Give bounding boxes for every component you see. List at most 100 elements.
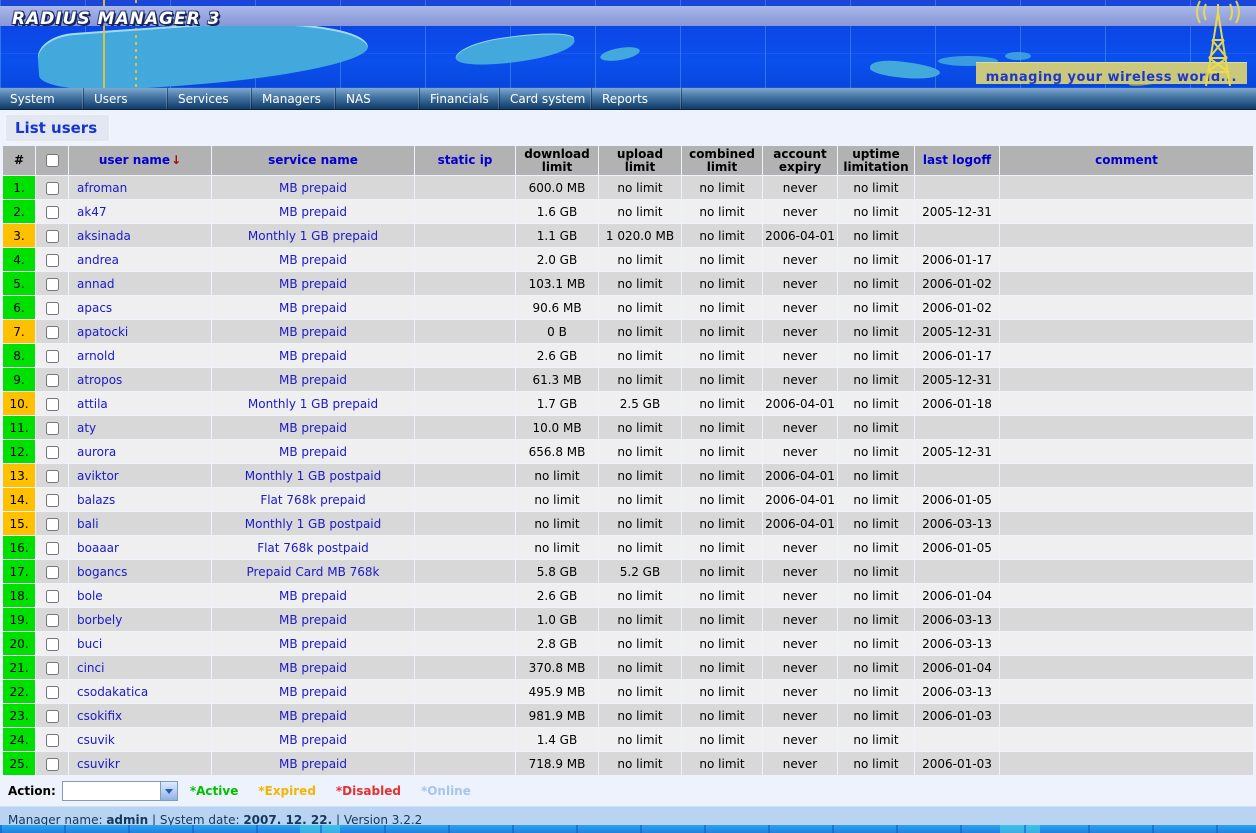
service-name: MB prepaid <box>212 680 414 703</box>
user-name-link[interactable]: csokifix <box>69 704 211 727</box>
row-checkbox[interactable] <box>46 614 59 627</box>
account-expiry: never <box>763 296 837 319</box>
comment <box>1000 584 1253 607</box>
col-header-staticip[interactable]: static ip <box>415 146 515 175</box>
row-number-badge: 17. <box>3 560 35 583</box>
uptime-limitation: no limit <box>838 272 914 295</box>
user-name-link[interactable]: atropos <box>69 368 211 391</box>
user-name-link[interactable]: boaaar <box>69 536 211 559</box>
user-name-link[interactable]: csodakatica <box>69 680 211 703</box>
row-checkbox[interactable] <box>46 686 59 699</box>
row-checkbox[interactable] <box>46 518 59 531</box>
row-checkbox[interactable] <box>46 206 59 219</box>
user-name-link[interactable]: buci <box>69 632 211 655</box>
user-name-link[interactable]: afroman <box>69 176 211 199</box>
user-name-link[interactable]: aurora <box>69 440 211 463</box>
user-name-link[interactable]: andrea <box>69 248 211 271</box>
row-checkbox[interactable] <box>46 182 59 195</box>
last-logoff: 2006-01-04 <box>915 584 999 607</box>
static-ip <box>415 608 515 631</box>
user-name-link[interactable]: ak47 <box>69 200 211 223</box>
service-name: MB prepaid <box>212 320 414 343</box>
user-name-link[interactable]: apacs <box>69 296 211 319</box>
table-row: 6.apacsMB prepaid90.6 MBno limitno limit… <box>3 296 1253 319</box>
row-checkbox[interactable] <box>46 254 59 267</box>
table-row: 22.csodakaticaMB prepaid495.9 MBno limit… <box>3 680 1253 703</box>
static-ip <box>415 680 515 703</box>
uptime-limitation: no limit <box>838 368 914 391</box>
row-number-badge: 9. <box>3 368 35 391</box>
last-logoff: 2006-01-05 <box>915 488 999 511</box>
row-checkbox[interactable] <box>46 470 59 483</box>
row-checkbox[interactable] <box>46 494 59 507</box>
nav-item-users[interactable]: Users <box>84 88 168 109</box>
nav-item-nas[interactable]: NAS <box>336 88 420 109</box>
nav-item-system[interactable]: System <box>0 88 84 109</box>
row-checkbox[interactable] <box>46 662 59 675</box>
row-checkbox[interactable] <box>46 542 59 555</box>
row-checkbox[interactable] <box>46 326 59 339</box>
row-checkbox[interactable] <box>46 758 59 771</box>
status-legend: *Active*Expired*Disabled*Online <box>190 784 491 798</box>
nav-item-card-system[interactable]: Card system <box>500 88 592 109</box>
nav-item-reports[interactable]: Reports <box>592 88 682 109</box>
combined-limit: no limit <box>682 680 762 703</box>
service-name: MB prepaid <box>212 584 414 607</box>
uptime-limitation: no limit <box>838 224 914 247</box>
row-checkbox[interactable] <box>46 350 59 363</box>
row-checkbox[interactable] <box>46 374 59 387</box>
row-checkbox[interactable] <box>46 566 59 579</box>
user-name-link[interactable]: cinci <box>69 656 211 679</box>
col-header-logoff[interactable]: last logoff <box>915 146 999 175</box>
row-checkbox[interactable] <box>46 590 59 603</box>
users-table: #user name↓service namestatic ipdownload… <box>2 145 1254 776</box>
combined-limit: no limit <box>682 728 762 751</box>
user-name-link[interactable]: aksinada <box>69 224 211 247</box>
row-checkbox[interactable] <box>46 422 59 435</box>
table-row: 8.arnoldMB prepaid2.6 GBno limitno limit… <box>3 344 1253 367</box>
service-name: MB prepaid <box>212 440 414 463</box>
chevron-down-icon[interactable] <box>160 782 177 800</box>
row-checkbox[interactable] <box>46 278 59 291</box>
row-checkbox[interactable] <box>46 638 59 651</box>
col-header-comment[interactable]: comment <box>1000 146 1253 175</box>
row-number-badge: 25. <box>3 752 35 775</box>
select-all-checkbox[interactable] <box>46 154 59 167</box>
upload-limit: no limit <box>599 752 681 775</box>
user-name-link[interactable]: apatocki <box>69 320 211 343</box>
user-name-link[interactable]: balazs <box>69 488 211 511</box>
logo-band: RADIUS MANAGER 3 <box>0 6 1256 26</box>
row-checkbox[interactable] <box>46 734 59 747</box>
upload-limit: no limit <box>599 344 681 367</box>
service-name: Monthly 1 GB prepaid <box>212 392 414 415</box>
row-checkbox-cell <box>36 560 68 583</box>
upload-limit: no limit <box>599 272 681 295</box>
col-header-username[interactable]: user name↓ <box>69 146 211 175</box>
row-checkbox[interactable] <box>46 710 59 723</box>
user-name-link[interactable]: bole <box>69 584 211 607</box>
nav-item-financials[interactable]: Financials <box>420 88 500 109</box>
row-checkbox[interactable] <box>46 398 59 411</box>
user-name-link[interactable]: borbely <box>69 608 211 631</box>
user-name-link[interactable]: bogancs <box>69 560 211 583</box>
user-name-link[interactable]: csuvikr <box>69 752 211 775</box>
row-checkbox[interactable] <box>46 230 59 243</box>
user-name-link[interactable]: attila <box>69 392 211 415</box>
row-number-badge: 22. <box>3 680 35 703</box>
row-number-badge: 4. <box>3 248 35 271</box>
comment <box>1000 752 1253 775</box>
nav-item-services[interactable]: Services <box>168 88 252 109</box>
row-checkbox-cell <box>36 512 68 535</box>
action-select[interactable] <box>62 781 178 801</box>
row-checkbox[interactable] <box>46 446 59 459</box>
row-checkbox[interactable] <box>46 302 59 315</box>
nav-item-managers[interactable]: Managers <box>252 88 336 109</box>
user-name-link[interactable]: aviktor <box>69 464 211 487</box>
col-header-service[interactable]: service name <box>212 146 414 175</box>
user-name-link[interactable]: bali <box>69 512 211 535</box>
user-name-link[interactable]: aty <box>69 416 211 439</box>
users-tbody: 1.afromanMB prepaid600.0 MBno limitno li… <box>3 176 1253 775</box>
user-name-link[interactable]: arnold <box>69 344 211 367</box>
user-name-link[interactable]: csuvik <box>69 728 211 751</box>
user-name-link[interactable]: annad <box>69 272 211 295</box>
